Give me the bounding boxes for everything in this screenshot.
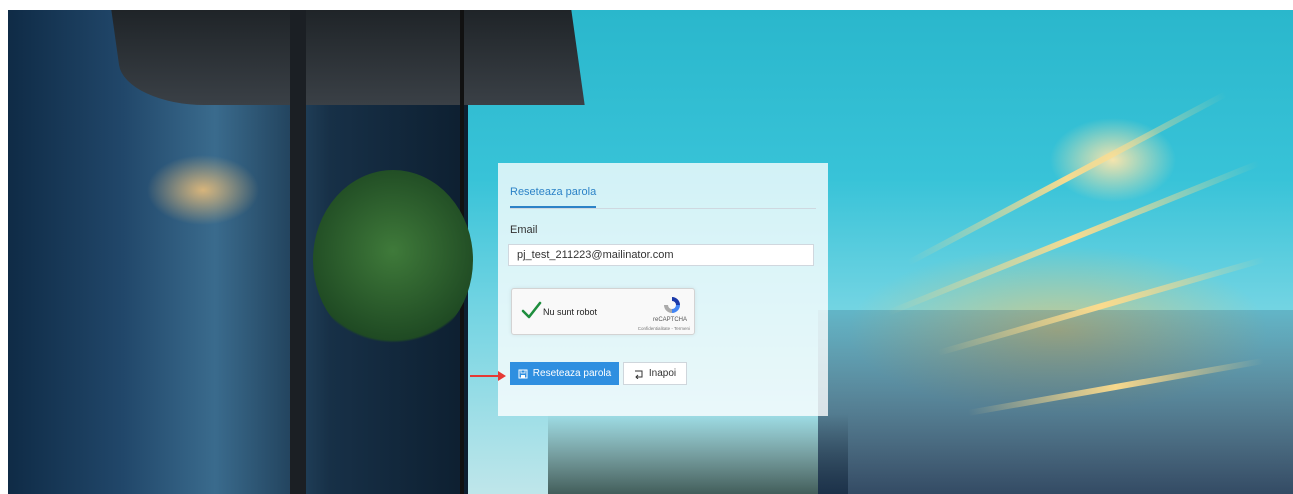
shelter-pillar: [290, 10, 306, 494]
light-streak: [886, 160, 1260, 316]
recaptcha-links[interactable]: Confidentialitate - Termeni: [638, 326, 690, 331]
reset-password-button[interactable]: Reseteaza parola: [510, 362, 619, 385]
reset-password-button-label: Reseteaza parola: [532, 368, 612, 379]
tree: [313, 170, 473, 350]
recaptcha-brand: reCAPTCHA: [652, 317, 687, 323]
back-button[interactable]: Inapoi: [623, 362, 687, 385]
back-button-label: Inapoi: [648, 368, 677, 379]
recaptcha-logo-icon: [662, 295, 682, 315]
reset-password-card: Reseteaza parola Email Nu sunt robot reC…: [498, 163, 828, 416]
checkmark-icon[interactable]: [520, 299, 542, 321]
city-skyline: [548, 414, 848, 494]
moving-bus: [818, 310, 1293, 494]
email-input[interactable]: [508, 244, 814, 266]
save-icon: [518, 369, 528, 379]
annotation-arrow-icon: [470, 371, 506, 381]
tab-bar: Reseteaza parola: [510, 184, 816, 209]
recaptcha-checkbox-label: Nu sunt robot: [543, 307, 598, 317]
tab-reset-password[interactable]: Reseteaza parola: [510, 184, 597, 208]
recaptcha-widget[interactable]: Nu sunt robot reCAPTCHA Confidentialitat…: [511, 288, 695, 335]
shelter-roof: [111, 10, 585, 105]
email-label: Email: [510, 224, 538, 236]
page: Reseteaza parola Email Nu sunt robot reC…: [0, 0, 1293, 494]
back-arrow-icon: [634, 369, 644, 379]
